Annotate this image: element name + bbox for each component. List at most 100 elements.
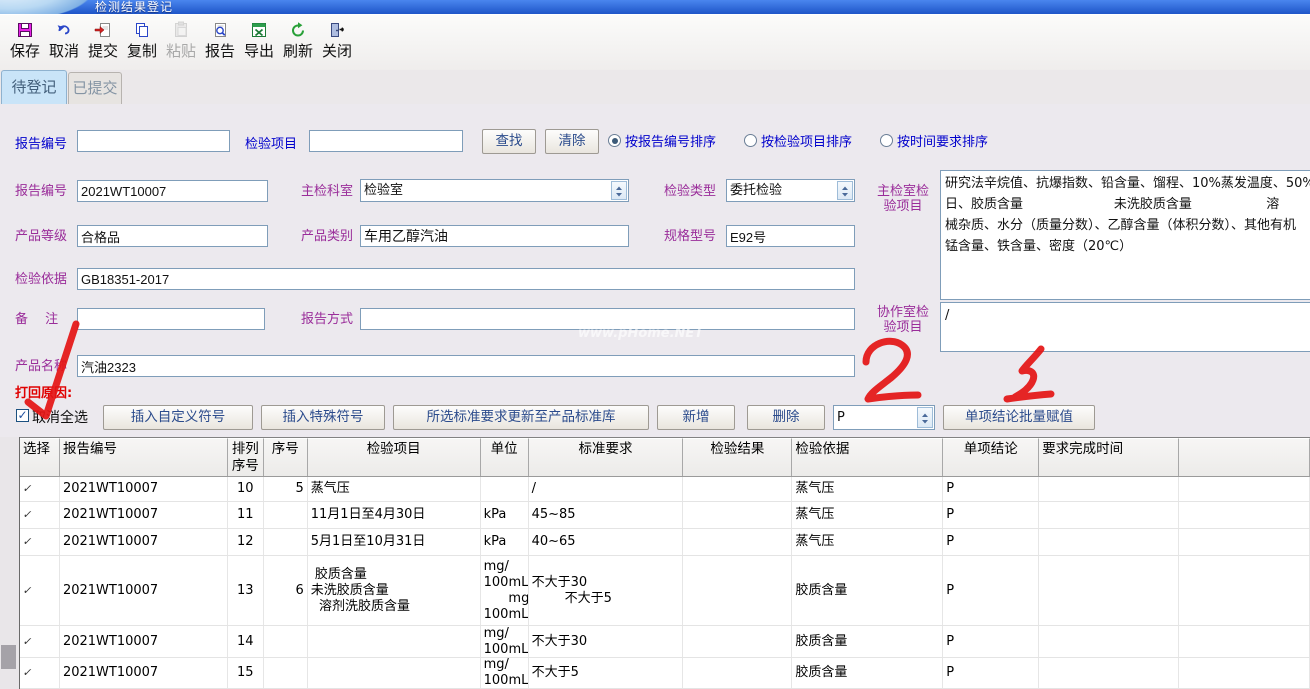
table-cell [1039, 626, 1179, 657]
product-name-input[interactable] [77, 355, 855, 377]
row-check-cell[interactable]: ✓ [20, 477, 60, 501]
table-cell: 2021WT10007 [60, 502, 228, 528]
table-cell: 13 [228, 556, 264, 625]
column-header[interactable]: 要求完成时间 [1039, 438, 1179, 476]
column-header[interactable] [1179, 438, 1310, 476]
copy-button[interactable]: 复制 [123, 20, 161, 61]
sort-radio-1[interactable]: 按检验项目排序 [744, 131, 852, 150]
dept-label: 主检科室 [301, 184, 353, 199]
table-cell: 6 [264, 556, 308, 625]
find-button[interactable]: 查找 [482, 129, 536, 154]
report-no-input[interactable] [77, 180, 268, 202]
table-cell: 2021WT10007 [60, 626, 228, 657]
column-header[interactable]: 检验结果 [683, 438, 792, 476]
radio-icon[interactable] [608, 134, 621, 147]
table-row[interactable]: ✓2021WT10007136 胶质含量 未洗胶质含量 溶剂洗胶质含量mg/ 1… [20, 556, 1310, 626]
remark-input[interactable] [77, 308, 265, 330]
refresh-icon [279, 21, 317, 41]
table-row[interactable]: ✓2021WT10007105蒸气压/蒸气压P [20, 477, 1310, 502]
column-header[interactable]: 选择 [20, 438, 60, 476]
grade-input[interactable] [77, 225, 268, 247]
table-cell: 11 [228, 502, 264, 528]
check-icon: ✓ [21, 665, 34, 681]
category-input[interactable] [360, 225, 629, 247]
undo-button[interactable]: 取消 [45, 20, 83, 61]
column-header[interactable]: 单项结论 [943, 438, 1039, 476]
table-cell [481, 477, 529, 501]
report-button[interactable]: 报告 [201, 20, 239, 61]
dropdown-arrows-icon[interactable] [837, 181, 853, 200]
submit-button[interactable]: 提交 [84, 20, 122, 61]
dept-combo[interactable]: 检验室 [360, 179, 629, 202]
dropdown-arrows-icon[interactable] [917, 407, 933, 428]
column-header[interactable]: 检验项目 [308, 438, 481, 476]
app-window: 检测结果登记 保存取消提交复制粘贴报告导出刷新关闭 待登记 已提交 报告编号 检… [0, 0, 1310, 689]
results-table: 选择报告编号排列 序号序号检验项目单位标准要求检验结果检验依据单项结论要求完成时… [19, 437, 1310, 689]
tab-pending[interactable]: 待登记 [1, 70, 67, 104]
close-button[interactable]: 关闭 [318, 20, 356, 61]
table-cell: 蒸气压 [792, 502, 943, 528]
test-type-combo[interactable]: 委托检验 [726, 179, 855, 202]
batch-assign-button[interactable]: 单项结论批量赋值 [943, 405, 1095, 430]
scroll-thumb[interactable] [1, 645, 16, 669]
export-button[interactable]: 导出 [240, 20, 278, 61]
table-cell: 不大于5 [529, 658, 684, 688]
column-header[interactable]: 标准要求 [529, 438, 684, 476]
basis-input[interactable] [77, 268, 855, 290]
table-row[interactable]: ✓2021WT10007125月1日至10月31日kPa40~65蒸气压P [20, 529, 1310, 556]
row-check-cell[interactable]: ✓ [20, 529, 60, 555]
column-header[interactable]: 序号 [264, 438, 308, 476]
clear-button[interactable]: 清除 [545, 129, 599, 154]
spec-input[interactable] [726, 225, 855, 247]
table-cell: / [529, 477, 684, 501]
table-cell: 40~65 [529, 529, 684, 555]
table-cell [1039, 658, 1179, 688]
table-cell: kPa [481, 502, 529, 528]
table-cell [1179, 529, 1310, 555]
table-cell: 5 [264, 477, 308, 501]
search-item-input[interactable] [309, 130, 463, 152]
row-check-cell[interactable]: ✓ [20, 502, 60, 528]
table-cell [683, 658, 792, 688]
column-header[interactable]: 排列 序号 [228, 438, 264, 476]
search-item-label: 检验项目 [245, 133, 297, 152]
table-cell [1179, 556, 1310, 625]
main-items-textarea[interactable]: 研究法辛烷值、抗爆指数、铅含量、馏程、10%蒸发温度、50%蒸 日、胶质含量 未… [940, 170, 1310, 300]
dropdown-arrows-icon[interactable] [611, 181, 627, 200]
sort-radio-0[interactable]: 按报告编号排序 [608, 131, 716, 150]
search-report-input[interactable] [77, 130, 230, 152]
save-button[interactable]: 保存 [6, 20, 44, 61]
coop-items-textarea[interactable]: / [940, 302, 1310, 352]
table-cell: 2021WT10007 [60, 529, 228, 555]
table-row[interactable]: ✓2021WT1000714mg/ 100mL不大于30胶质含量P [20, 626, 1310, 658]
tabbar: 待登记 已提交 [0, 70, 1310, 105]
column-header[interactable]: 单位 [481, 438, 529, 476]
insert-special-symbol-button[interactable]: 插入特殊符号 [261, 405, 385, 430]
copy-icon [123, 21, 161, 41]
column-header[interactable]: 报告编号 [60, 438, 228, 476]
tab-submitted[interactable]: 已提交 [68, 72, 122, 104]
radio-icon[interactable] [744, 134, 757, 147]
update-standard-button[interactable]: 所选标准要求更新至产品标准库 [393, 405, 649, 430]
radio-icon[interactable] [880, 134, 893, 147]
select-all-checkbox[interactable]: ✓ [16, 409, 29, 422]
table-row[interactable]: ✓2021WT100071111月1日至4月30日kPa45~85蒸气压P [20, 502, 1310, 529]
table-cell: P [943, 502, 1039, 528]
watermark: www.pHome.NET [578, 326, 703, 341]
add-button[interactable]: 新增 [657, 405, 735, 430]
submit-icon [84, 21, 122, 41]
table-cell: P [943, 477, 1039, 501]
row-check-cell[interactable]: ✓ [20, 626, 60, 657]
delete-button[interactable]: 删除 [747, 405, 825, 430]
table-row[interactable]: ✓2021WT1000715mg/ 100mL不大于5胶质含量P [20, 658, 1310, 689]
report-no-label: 报告编号 [15, 184, 67, 199]
conclusion-combo[interactable]: P [833, 405, 935, 430]
row-check-cell[interactable]: ✓ [20, 658, 60, 688]
table-cell: 11月1日至4月30日 [308, 502, 481, 528]
test-type-label: 检验类型 [664, 184, 716, 199]
sort-radio-2[interactable]: 按时间要求排序 [880, 131, 988, 150]
refresh-button[interactable]: 刷新 [279, 20, 317, 61]
row-check-cell[interactable]: ✓ [20, 556, 60, 625]
column-header[interactable]: 检验依据 [792, 438, 943, 476]
insert-custom-symbol-button[interactable]: 插入自定义符号 [103, 405, 253, 430]
